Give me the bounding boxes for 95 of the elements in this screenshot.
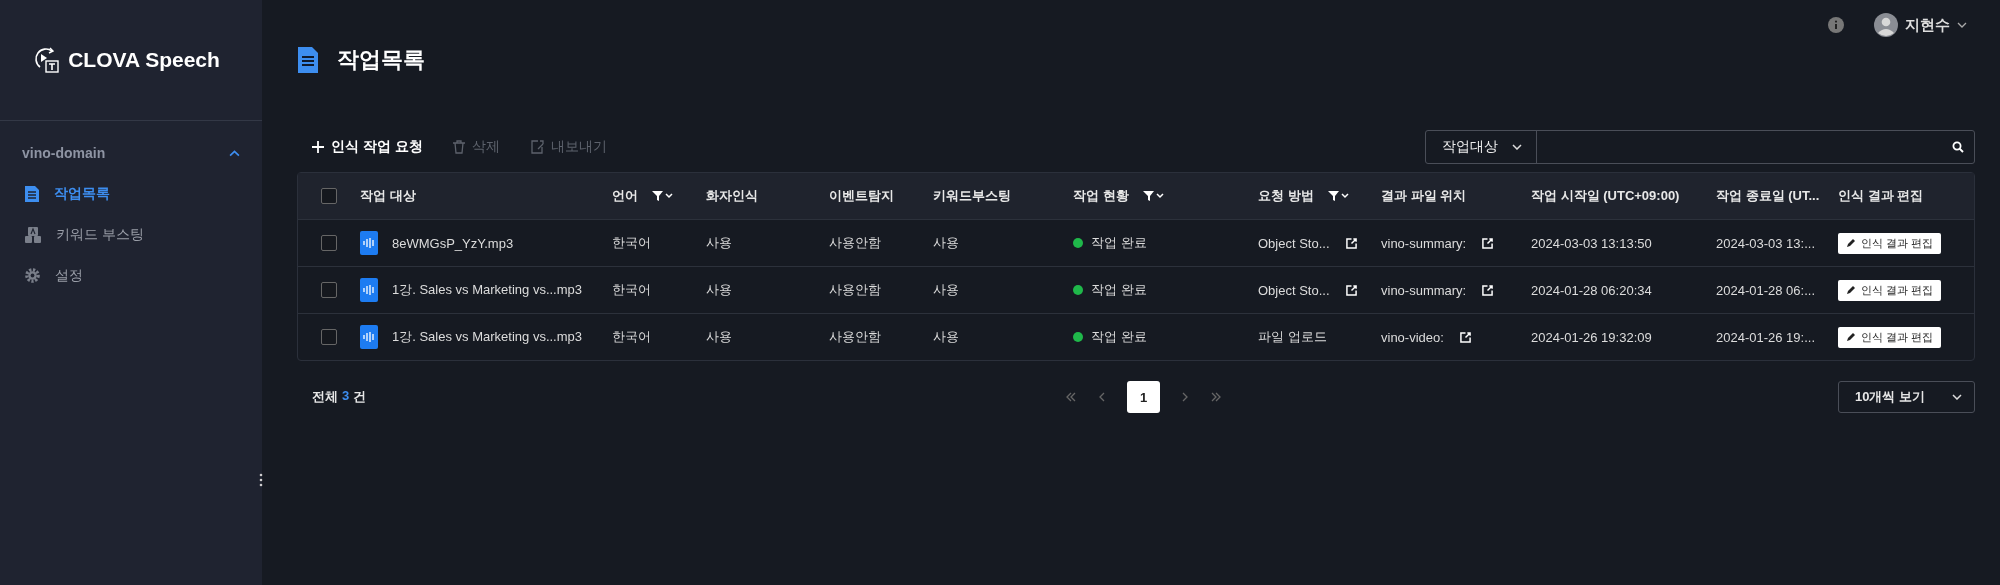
previous-page-icon[interactable] xyxy=(1099,392,1105,402)
page-title: 작업목록 xyxy=(337,46,425,74)
export-icon xyxy=(529,140,544,154)
pencil-icon xyxy=(1846,238,1856,248)
table-cell: 2024-01-28 06:20:34 xyxy=(1531,282,1652,298)
file-name-link[interactable]: 1강. Sales vs Marketing vs...mp3 xyxy=(392,328,582,346)
plus-icon xyxy=(312,141,324,153)
column-header: 작업 현황 xyxy=(1073,187,1129,205)
column-header: 키워드부스팅 xyxy=(933,187,1011,205)
total-label: 전체 xyxy=(312,388,338,406)
resize-handle-icon[interactable] xyxy=(259,473,263,487)
nav-item[interactable]: 키워드 부스팅 xyxy=(0,214,262,255)
audio-file-icon xyxy=(360,325,378,349)
app-name: CLOVA Speech xyxy=(68,48,220,72)
table-cell: vino-summary: xyxy=(1381,282,1467,298)
checkbox[interactable] xyxy=(321,329,337,345)
table-cell: 사용 xyxy=(933,328,959,346)
search-field[interactable]: 작업대상 xyxy=(1425,130,1975,164)
table-cell: 사용안함 xyxy=(829,234,881,252)
edit-result-button[interactable]: 인식 결과 편집 xyxy=(1838,279,1942,301)
table-cell: 사용 xyxy=(706,234,732,252)
column-header: 작업 대상 xyxy=(360,187,416,205)
column-header: 이벤트탐지 xyxy=(829,187,894,205)
external-link-icon[interactable] xyxy=(1345,284,1357,296)
table-cell: 2024-03-03 13:13:50 xyxy=(1531,235,1652,251)
avatar-icon xyxy=(1874,13,1898,37)
external-link-icon[interactable] xyxy=(1459,331,1471,343)
external-link-icon[interactable] xyxy=(1482,237,1494,249)
table-cell: Object Sto... xyxy=(1258,235,1330,251)
column-header: 인식 결과 편집 xyxy=(1838,187,1924,205)
column-header: 언어 xyxy=(612,187,638,205)
edit-result-button[interactable]: 인식 결과 편집 xyxy=(1838,232,1942,254)
table-cell: 파일 업로드 xyxy=(1258,328,1327,346)
chevron-down-icon xyxy=(1512,144,1522,150)
chevron-down-icon xyxy=(1957,22,1967,28)
table-cell: 2024-03-03 13:... xyxy=(1716,235,1816,251)
file-name-link[interactable]: 8eWMGsP_YzY.mp3 xyxy=(392,235,514,251)
workspace-toggle[interactable]: vino-domain xyxy=(22,145,240,161)
column-header: 화자인식 xyxy=(706,187,758,205)
first-page-icon[interactable] xyxy=(1065,392,1077,402)
document-icon xyxy=(297,46,319,74)
search-icon[interactable] xyxy=(1952,141,1964,153)
pencil-icon xyxy=(1846,332,1856,342)
page-button[interactable]: 1 xyxy=(1127,381,1160,413)
table-cell: 사용안함 xyxy=(829,281,881,299)
table-cell: 사용 xyxy=(706,328,732,346)
pencil-icon xyxy=(1846,285,1856,295)
external-link-icon[interactable] xyxy=(1345,237,1357,249)
checkbox[interactable] xyxy=(321,188,337,204)
table-cell: 2024-01-28 06:... xyxy=(1716,282,1816,298)
table-cell: 사용안함 xyxy=(829,328,881,346)
table-cell: 2024-01-26 19:... xyxy=(1716,329,1816,345)
table-cell: 한국어 xyxy=(612,234,651,252)
table-cell: 2024-01-26 19:32:09 xyxy=(1531,329,1652,345)
document-icon xyxy=(24,184,40,203)
external-link-icon[interactable] xyxy=(1482,284,1494,296)
column-header: 결과 파일 위치 xyxy=(1381,187,1467,205)
nav-item[interactable]: 설정 xyxy=(0,255,262,296)
user-menu[interactable]: 지현수 xyxy=(1874,13,1967,37)
toolbar-button[interactable]: 인식 작업 요청 xyxy=(312,138,423,156)
column-header: 요청 방법 xyxy=(1258,187,1314,205)
table-cell: 한국어 xyxy=(612,281,651,299)
filter-icon[interactable] xyxy=(652,190,674,202)
info-icon[interactable] xyxy=(1828,17,1844,33)
audio-file-icon xyxy=(360,231,378,255)
column-header: 작업 종료일 (UT... xyxy=(1716,187,1820,205)
total-count: 3 xyxy=(342,388,350,405)
checkbox[interactable] xyxy=(321,235,337,251)
table-cell: 사용 xyxy=(933,234,959,252)
status-text: 작업 완료 xyxy=(1091,234,1147,252)
table-cell: 사용 xyxy=(933,281,959,299)
settings-icon xyxy=(24,267,41,284)
filter-icon[interactable] xyxy=(1327,190,1350,202)
table-cell: 사용 xyxy=(706,281,732,299)
table-cell: vino-video: xyxy=(1381,329,1444,345)
audio-file-icon xyxy=(360,278,378,302)
file-name-link[interactable]: 1강. Sales vs Marketing vs...mp3 xyxy=(392,281,582,299)
next-page-icon[interactable] xyxy=(1182,392,1188,402)
table-cell: vino-summary: xyxy=(1381,235,1467,251)
status-text: 작업 완료 xyxy=(1091,328,1147,346)
checkbox[interactable] xyxy=(321,282,337,298)
last-page-icon[interactable] xyxy=(1210,392,1222,402)
chevron-down-icon xyxy=(1952,394,1962,400)
filter-icon[interactable] xyxy=(1142,190,1165,202)
page-size-dropdown[interactable]: 10개씩 보기 xyxy=(1838,381,1975,413)
status-text: 작업 완료 xyxy=(1091,281,1147,299)
search-scope-dropdown[interactable]: 작업대상 xyxy=(1426,131,1537,163)
edit-result-button[interactable]: 인식 결과 편집 xyxy=(1838,326,1942,348)
column-header: 작업 시작일 (UTC+09:00) xyxy=(1531,187,1680,205)
table-cell: Object Sto... xyxy=(1258,282,1330,298)
keyword-block-icon xyxy=(24,225,42,244)
trash-icon xyxy=(452,140,465,154)
total-unit: 건 xyxy=(353,388,367,406)
table-cell: 한국어 xyxy=(612,328,651,346)
nav-item[interactable]: 작업목록 xyxy=(0,173,262,214)
